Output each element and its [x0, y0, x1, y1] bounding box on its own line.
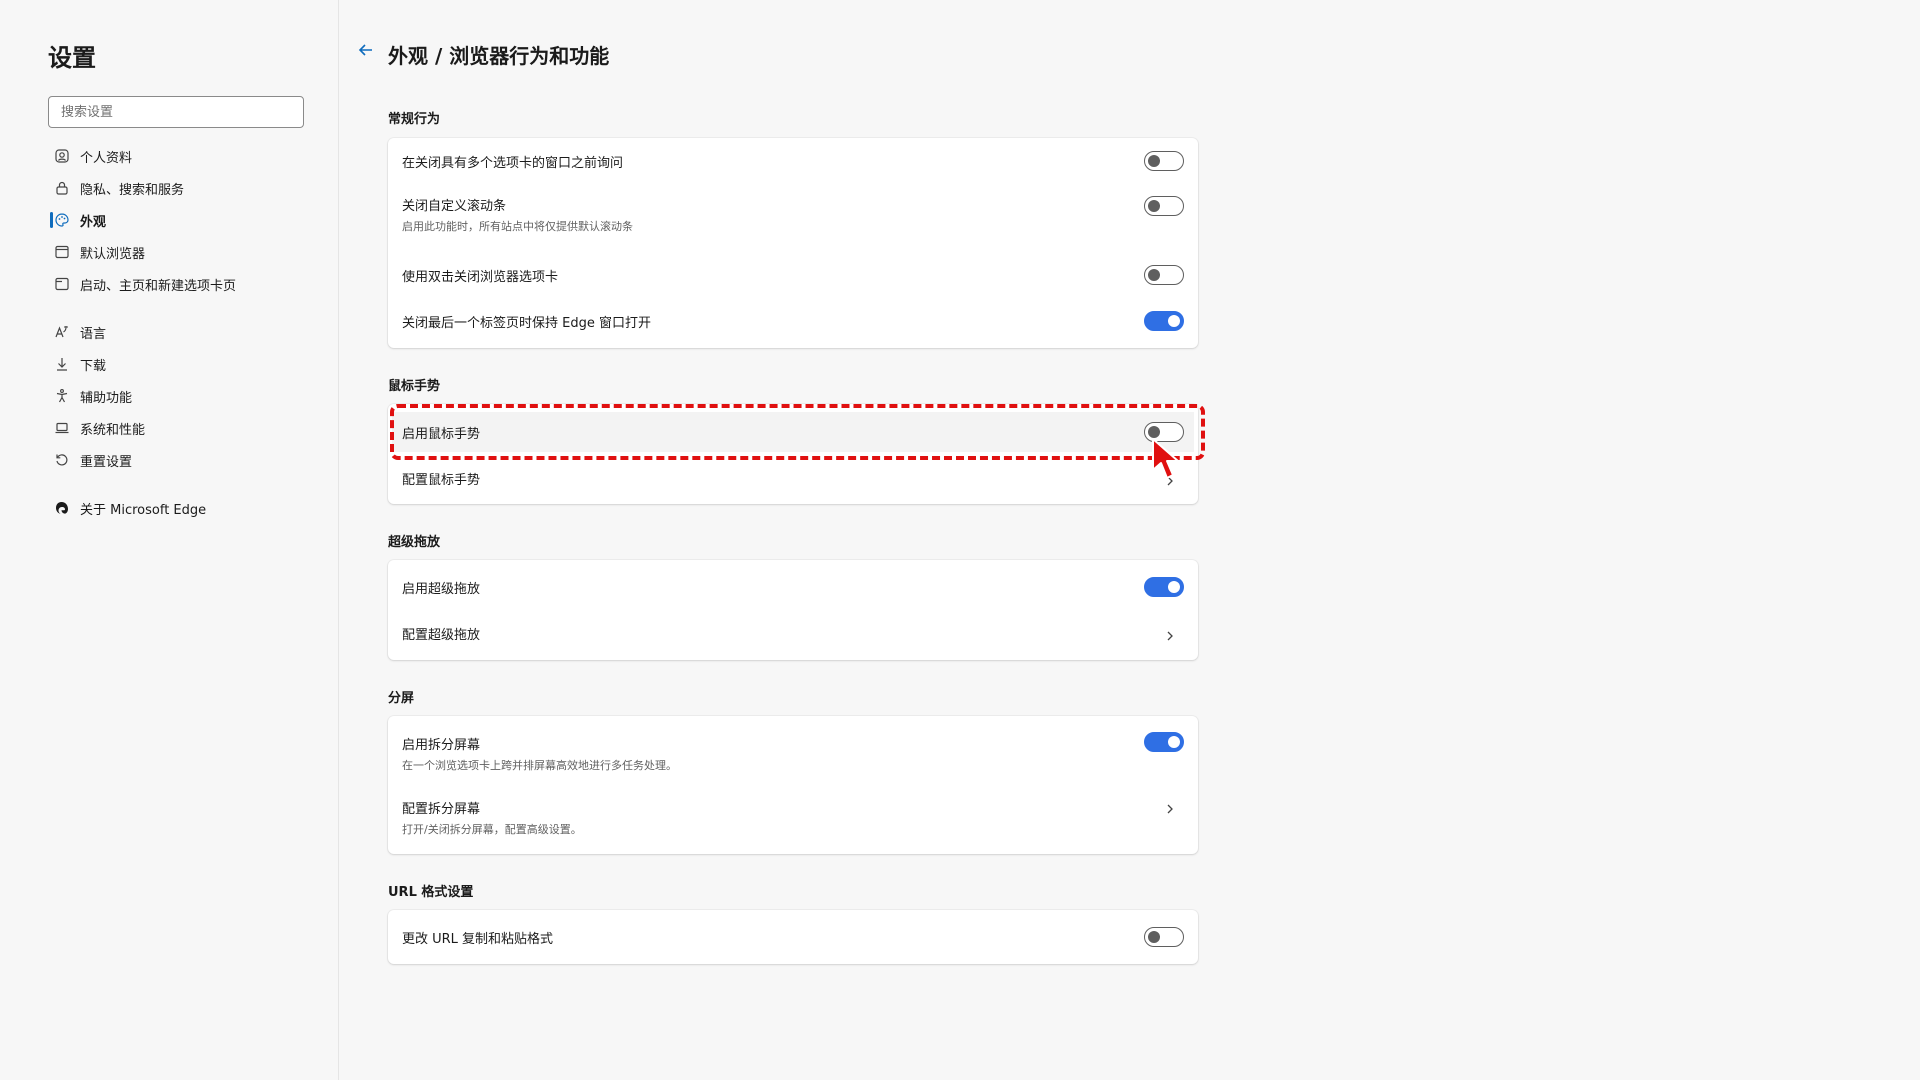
home-tab-icon — [54, 276, 70, 292]
lock-icon — [54, 180, 70, 196]
setting-label: 配置超级拖放 — [402, 627, 481, 643]
setting-description: 启用此功能时，所有站点中将仅提供默认滚动条 — [402, 219, 633, 233]
setting-row-configure-super-drag[interactable]: 配置超级拖放 — [388, 610, 1198, 656]
sidebar-item-label: 个人资料 — [80, 150, 133, 166]
page-title: 外观 / 浏览器行为和功能 — [388, 44, 610, 68]
sidebar-item-system[interactable]: 系统和性能 — [54, 414, 324, 442]
toggle-double-click-close[interactable] — [1144, 265, 1184, 285]
setting-row-configure-mouse-gesture[interactable]: 配置鼠标手势 — [388, 458, 1198, 498]
chevron-right-icon[interactable] — [1164, 627, 1176, 641]
setting-row-custom-scrollbar: 关闭自定义滚动条 启用此功能时，所有站点中将仅提供默认滚动条 — [388, 184, 1198, 244]
setting-label: 启用拆分屏幕 — [402, 737, 481, 753]
section-title-super-drag: 超级拖放 — [388, 535, 441, 550]
sidebar-item-privacy[interactable]: 隐私、搜索和服务 — [54, 174, 324, 202]
setting-label: 关闭最后一个标签页时保持 Edge 窗口打开 — [402, 315, 651, 331]
toggle-custom-scrollbar[interactable] — [1144, 196, 1184, 216]
setting-row-url-copy-format: 更改 URL 复制和粘贴格式 — [388, 914, 1198, 960]
section-title-url-format: URL 格式设置 — [388, 885, 474, 900]
setting-description: 打开/关闭拆分屏幕，配置高级设置。 — [402, 822, 582, 836]
sidebar-title: 设置 — [48, 44, 96, 72]
chevron-right-icon[interactable] — [1164, 472, 1176, 486]
setting-label: 启用超级拖放 — [402, 581, 481, 597]
toggle-ask-before-close[interactable] — [1144, 151, 1184, 171]
sidebar-item-language[interactable]: 语言 — [54, 318, 324, 346]
toggle-keep-window-open[interactable] — [1144, 311, 1184, 331]
setting-row-enable-mouse-gesture: 启用鼠标手势 — [392, 412, 1194, 452]
sidebar-item-label: 语言 — [80, 326, 107, 342]
card-super-drag: 启用超级拖放 配置超级拖放 — [388, 560, 1198, 660]
sidebar-item-downloads[interactable]: 下载 — [54, 350, 324, 378]
laptop-icon — [54, 420, 70, 436]
sidebar-item-reset[interactable]: 重置设置 — [54, 446, 324, 474]
browser-icon — [54, 244, 70, 260]
toggle-enable-mouse-gesture[interactable] — [1144, 422, 1184, 442]
sidebar-item-label: 下载 — [80, 358, 107, 374]
setting-label: 启用鼠标手势 — [402, 426, 481, 442]
setting-label: 配置鼠标手势 — [402, 472, 481, 488]
reset-icon — [54, 452, 70, 468]
sidebar-item-appearance[interactable]: 外观 — [54, 206, 324, 234]
toggle-url-copy-format[interactable] — [1144, 927, 1184, 947]
setting-row-configure-split-screen[interactable]: 配置拆分屏幕 打开/关闭拆分屏幕，配置高级设置。 — [388, 786, 1198, 848]
sidebar-item-label: 启动、主页和新建选项卡页 — [80, 278, 237, 294]
search-input[interactable] — [48, 96, 304, 128]
setting-row-ask-before-close: 在关闭具有多个选项卡的窗口之前询问 — [388, 138, 1198, 184]
accessibility-icon — [54, 388, 70, 404]
setting-label: 更改 URL 复制和粘贴格式 — [402, 931, 554, 947]
sidebar-item-label: 辅助功能 — [80, 390, 133, 406]
sidebar-item-startup[interactable]: 启动、主页和新建选项卡页 — [54, 270, 324, 298]
edge-logo-icon — [54, 500, 70, 516]
sidebar-item-about[interactable]: 关于 Microsoft Edge — [54, 494, 324, 522]
sidebar-item-label: 默认浏览器 — [80, 246, 146, 262]
profile-icon — [54, 148, 70, 164]
setting-label: 关闭自定义滚动条 — [402, 198, 507, 214]
toggle-enable-split-screen[interactable] — [1144, 732, 1184, 752]
sidebar-item-label: 关于 Microsoft Edge — [80, 502, 207, 518]
sidebar-item-profile[interactable]: 个人资料 — [54, 142, 324, 170]
arrow-left-icon — [357, 41, 375, 63]
active-indicator — [50, 212, 53, 228]
sidebar-item-label: 隐私、搜索和服务 — [80, 182, 185, 198]
chevron-right-icon[interactable] — [1164, 800, 1176, 814]
setting-description: 在一个浏览选项卡上跨并排屏幕高效地进行多任务处理。 — [402, 758, 677, 772]
setting-row-double-click-close: 使用双击关闭浏览器选项卡 — [388, 252, 1198, 298]
card-split-screen: 启用拆分屏幕 在一个浏览选项卡上跨并排屏幕高效地进行多任务处理。 配置拆分屏幕 … — [388, 716, 1198, 854]
card-general: 在关闭具有多个选项卡的窗口之前询问 关闭自定义滚动条 启用此功能时，所有站点中将… — [388, 138, 1198, 348]
toggle-enable-super-drag[interactable] — [1144, 577, 1184, 597]
sidebar-item-default-browser[interactable]: 默认浏览器 — [54, 238, 324, 266]
card-url-format: 更改 URL 复制和粘贴格式 — [388, 910, 1198, 964]
card-mouse-gesture: 启用鼠标手势 配置鼠标手势 — [388, 404, 1198, 504]
setting-label: 使用双击关闭浏览器选项卡 — [402, 269, 559, 285]
sidebar-item-accessibility[interactable]: 辅助功能 — [54, 382, 324, 410]
sidebar-item-label: 系统和性能 — [80, 422, 146, 438]
setting-row-keep-window-open: 关闭最后一个标签页时保持 Edge 窗口打开 — [388, 298, 1198, 344]
section-title-split-screen: 分屏 — [388, 691, 415, 706]
setting-row-enable-split-screen: 启用拆分屏幕 在一个浏览选项卡上跨并排屏幕高效地进行多任务处理。 — [388, 722, 1198, 784]
sidebar: 设置 个人资料 隐私、搜索和服务 外观 默认浏览器 启动、主页和新建选项卡页 — [0, 0, 339, 1080]
back-button[interactable] — [354, 40, 378, 64]
sidebar-item-label: 重置设置 — [80, 454, 133, 470]
section-title-mouse-gesture: 鼠标手势 — [388, 379, 441, 394]
main-content: 外观 / 浏览器行为和功能 常规行为 在关闭具有多个选项卡的窗口之前询问 关闭自… — [340, 0, 1920, 1080]
download-icon — [54, 356, 70, 372]
palette-icon — [54, 212, 70, 228]
section-title-general: 常规行为 — [388, 112, 441, 127]
sidebar-item-label: 外观 — [80, 214, 107, 230]
setting-row-enable-super-drag: 启用超级拖放 — [388, 564, 1198, 610]
setting-label: 在关闭具有多个选项卡的窗口之前询问 — [402, 155, 624, 171]
language-icon — [54, 324, 70, 340]
setting-label: 配置拆分屏幕 — [402, 801, 481, 817]
